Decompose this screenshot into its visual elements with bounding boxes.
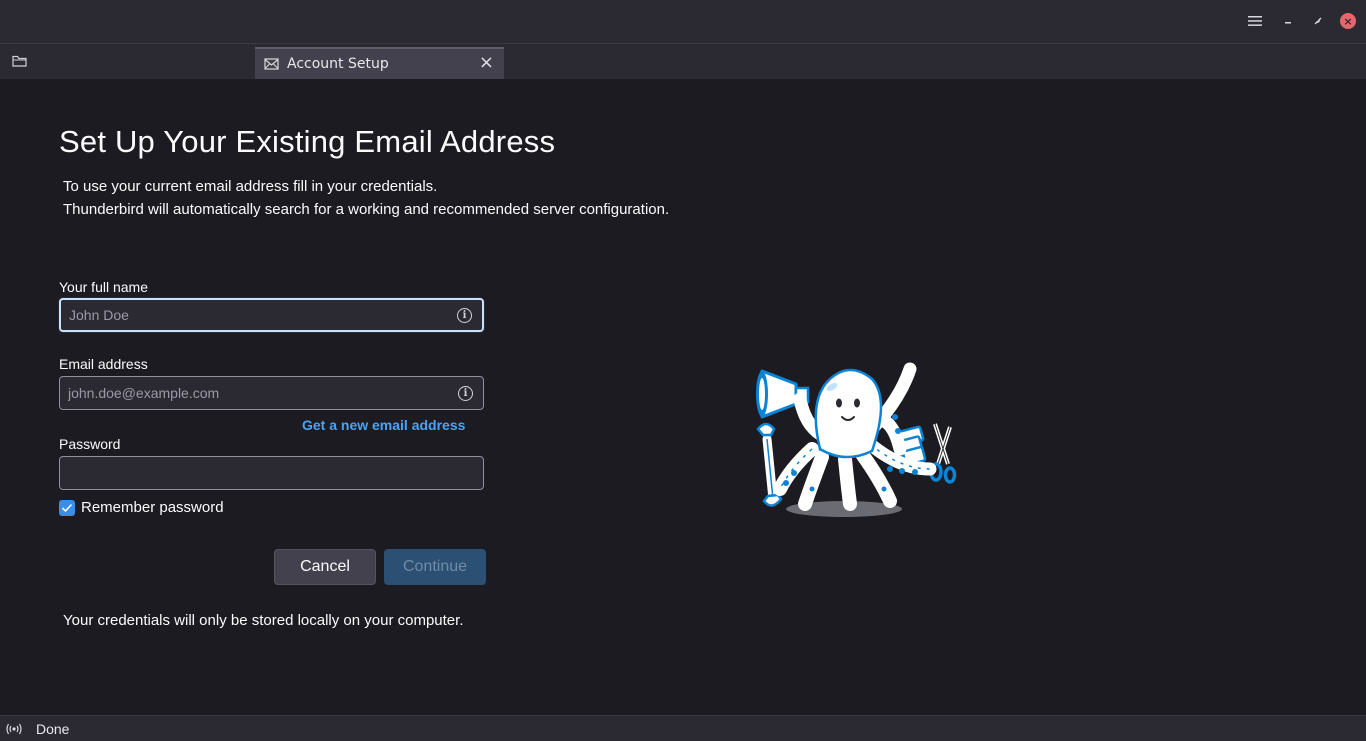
remember-password-row[interactable]: Remember password (59, 499, 224, 516)
hamburger-menu-icon[interactable] (1245, 11, 1265, 31)
continue-button[interactable]: Continue (384, 549, 486, 585)
octopus-mascot-illustration (756, 362, 957, 517)
description-line-1: To use your current email address fill i… (63, 178, 438, 195)
page-description: To use your current email address fill i… (63, 175, 669, 221)
email-label: Email address (59, 356, 148, 372)
remember-password-label: Remember password (81, 499, 224, 516)
email-input[interactable] (60, 377, 483, 409)
status-bar: Done (0, 715, 1366, 741)
tab-close-icon[interactable]: × (479, 52, 494, 73)
close-circle: × (1340, 13, 1356, 29)
cancel-button[interactable]: Cancel (274, 549, 376, 585)
page-title: Set Up Your Existing Email Address (59, 124, 556, 159)
get-new-email-link[interactable]: Get a new email address (302, 417, 465, 433)
close-icon[interactable]: × (1338, 11, 1358, 31)
tab-account-setup[interactable]: Account Setup × (255, 47, 504, 79)
tab-bar: Account Setup × (0, 44, 1366, 79)
full-name-field[interactable]: i (59, 298, 484, 332)
account-setup-page: Set Up Your Existing Email Address To us… (0, 79, 1366, 715)
envelope-icon (264, 58, 279, 70)
info-icon[interactable]: i (458, 386, 473, 401)
folder-icon (12, 52, 27, 71)
connection-status-icon[interactable] (6, 723, 22, 735)
info-icon[interactable]: i (457, 308, 472, 323)
minimize-icon[interactable] (1278, 11, 1298, 31)
password-field[interactable] (59, 456, 484, 490)
full-name-label: Your full name (59, 279, 148, 295)
restore-icon[interactable] (1308, 11, 1328, 31)
credentials-note: Your credentials will only be stored loc… (63, 612, 464, 629)
password-input[interactable] (60, 457, 483, 489)
password-label: Password (59, 436, 121, 452)
remember-password-checkbox[interactable] (59, 499, 75, 516)
email-field[interactable]: i (59, 376, 484, 410)
tab-folders[interactable] (0, 44, 253, 79)
tab-label: Account Setup (287, 56, 389, 72)
status-text: Done (36, 720, 70, 737)
title-bar: × (0, 0, 1366, 44)
description-line-2: Thunderbird will automatically search fo… (63, 201, 670, 218)
full-name-input[interactable] (61, 300, 482, 330)
